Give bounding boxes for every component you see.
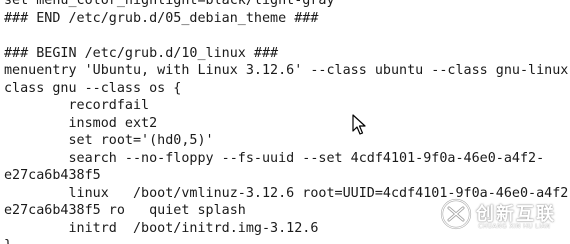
mouse-pointer-icon <box>352 114 366 135</box>
watermark-brand-en: CHUANG XIN HU LIAN <box>478 223 551 230</box>
terminal-window: set menu_color_highlight=black/light-gra… <box>0 0 570 244</box>
config-line: search --no-floppy --fs-uuid --set 4cdf4… <box>4 150 545 166</box>
config-line: menuentry 'Ubuntu, with Linux 3.12.6' --… <box>4 63 569 78</box>
config-line: ### END /etc/grub.d/05_debian_theme ### <box>4 10 319 26</box>
config-line: e27ca6b438f5 <box>4 168 101 183</box>
config-line: set menu_color_highlight=black/light-gra… <box>4 0 335 8</box>
watermark: 创新互联 CHUANG XIN HU LIAN <box>438 192 568 242</box>
config-line: recordfail <box>4 98 150 113</box>
config-line: set root='(hd0,5)' <box>4 133 214 148</box>
config-line <box>4 27 570 45</box>
config-line: insmod ext2 <box>4 115 158 131</box>
config-line: class gnu --class os { <box>4 80 182 96</box>
x-swirl-logo-icon <box>440 198 472 230</box>
config-line: ### BEGIN /etc/grub.d/10_linux ### <box>4 45 279 61</box>
